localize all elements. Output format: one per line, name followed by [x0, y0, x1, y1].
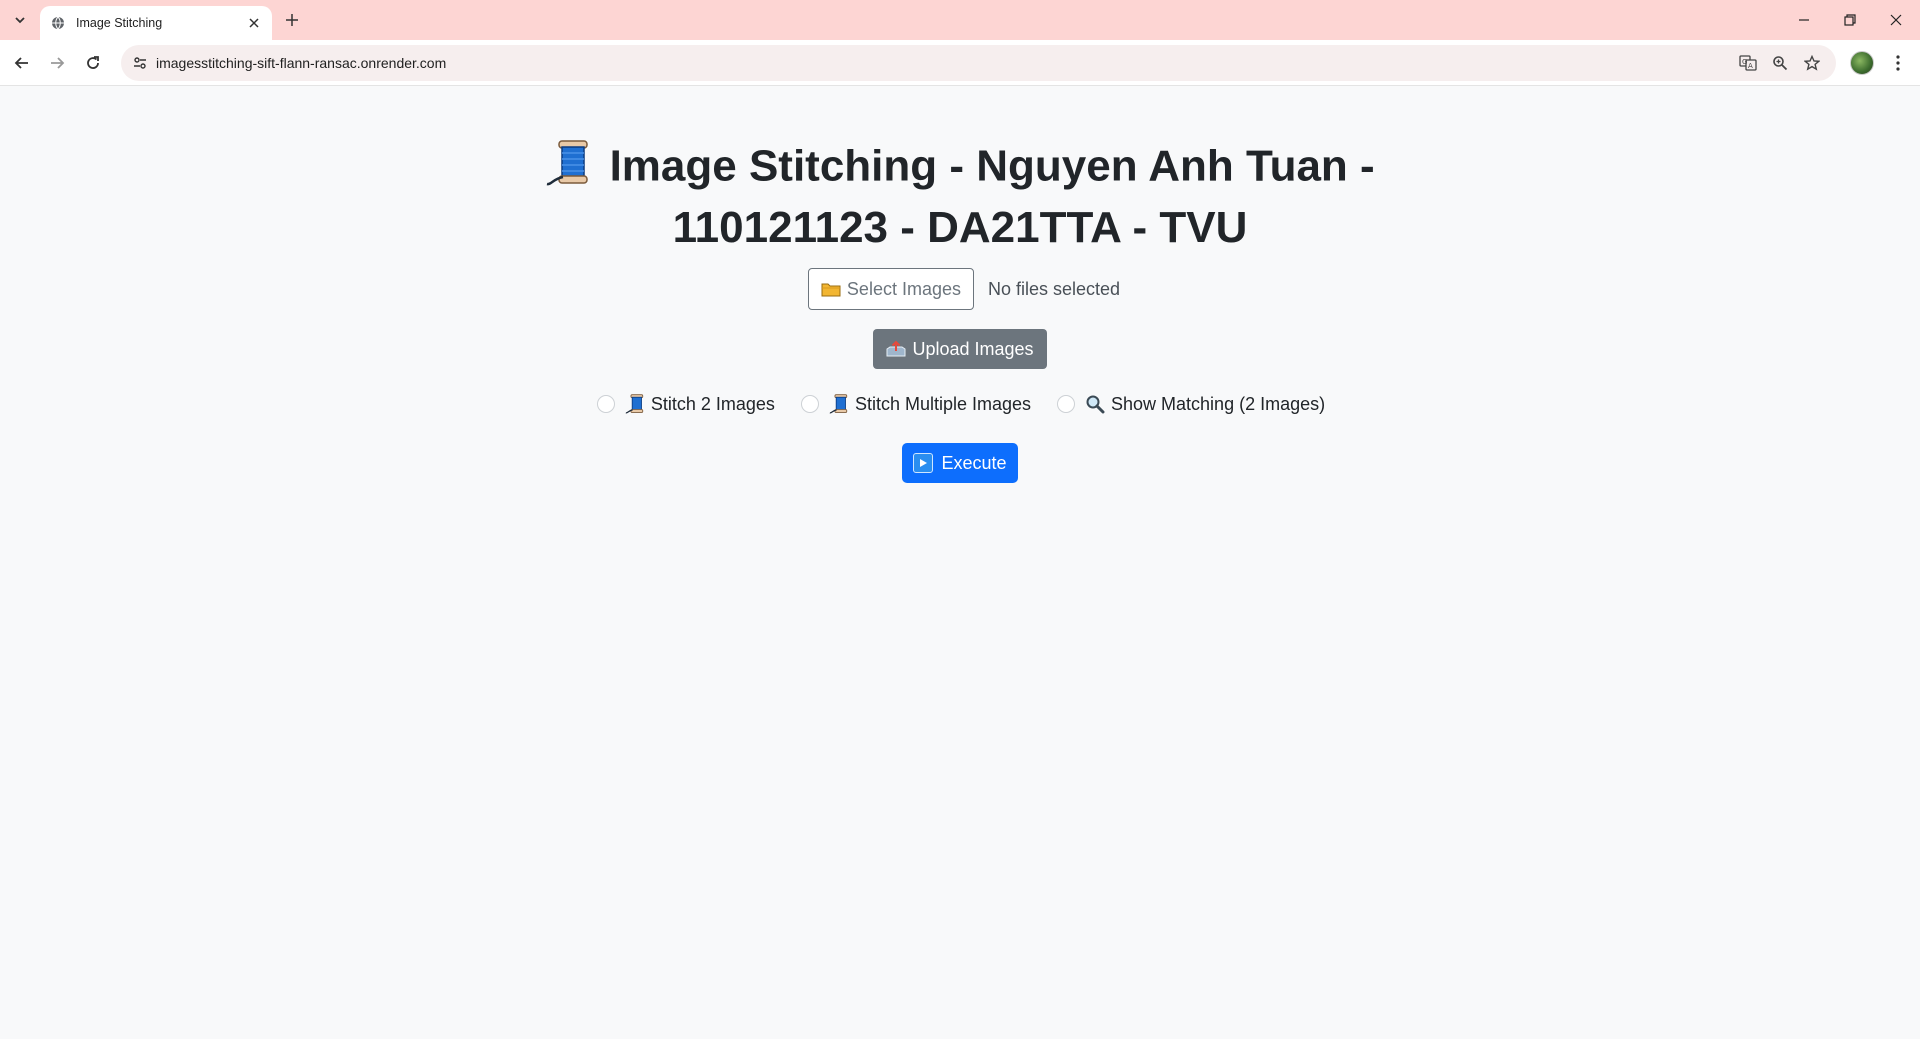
- play-icon: [913, 453, 934, 473]
- upload-images-label: Upload Images: [912, 338, 1034, 359]
- reload-icon: [87, 56, 99, 69]
- radio-show-matching[interactable]: [1057, 395, 1076, 413]
- zoom-icon[interactable]: [1764, 47, 1796, 79]
- magnifier-icon: [1085, 394, 1105, 414]
- arrow-right-icon: [51, 57, 65, 69]
- outbox-tray-icon: [886, 340, 906, 358]
- radio-stitch-multiple[interactable]: [800, 395, 819, 413]
- file-picker-row: Select Images No files selected: [0, 268, 1920, 310]
- translate-icon[interactable]: GA: [1732, 47, 1764, 79]
- page-title: Image Stitching - Nguyen Anh Tuan - 1101…: [500, 137, 1420, 254]
- tab-strip: Image Stitching: [0, 0, 1920, 40]
- back-button[interactable]: [8, 49, 36, 77]
- site-info-icon[interactable]: [130, 53, 150, 73]
- title-line-1: Image Stitching - Nguyen Anh Tuan -: [609, 141, 1375, 191]
- mode-options: Stitch 2 Images Stitch Multiple Images S…: [0, 393, 1920, 415]
- forward-button[interactable]: [43, 49, 71, 77]
- plus-icon: [286, 14, 298, 26]
- option-stitch-2-label: Stitch 2 Images: [650, 393, 775, 414]
- execute-button[interactable]: Execute: [902, 443, 1018, 483]
- option-stitch-multiple-label: Stitch Multiple Images: [854, 393, 1032, 414]
- svg-text:G: G: [1742, 58, 1747, 66]
- arrow-left-icon: [14, 57, 28, 69]
- chevron-down-icon: [15, 17, 25, 24]
- page-content: Image Stitching - Nguyen Anh Tuan - 1101…: [0, 87, 1920, 1039]
- browser-menu-button[interactable]: [1884, 49, 1912, 77]
- folder-icon: [821, 281, 841, 297]
- close-icon: [1890, 14, 1902, 26]
- spool-of-thread-icon: [625, 393, 647, 415]
- bookmark-star-icon[interactable]: [1796, 47, 1828, 79]
- select-images-label: Select Images: [846, 278, 961, 299]
- radio-stitch-2[interactable]: [596, 395, 615, 413]
- minimize-button[interactable]: [1787, 4, 1821, 36]
- option-show-matching[interactable]: Show Matching (2 Images): [1057, 394, 1325, 415]
- restore-button[interactable]: [1833, 4, 1867, 36]
- tab-search-button[interactable]: [6, 8, 34, 32]
- new-tab-button[interactable]: [280, 8, 304, 32]
- file-status-text: No files selected: [987, 278, 1121, 299]
- address-bar[interactable]: imagesstitching-sift-flann-ransac.onrend…: [121, 45, 1836, 81]
- browser-toolbar: imagesstitching-sift-flann-ransac.onrend…: [0, 40, 1920, 86]
- minimize-icon: [1799, 19, 1809, 21]
- execute-label: Execute: [941, 452, 1007, 473]
- title-line-2: 110121123 - DA21TTA - TVU: [672, 203, 1248, 252]
- reload-button[interactable]: [79, 49, 107, 77]
- restore-icon: [1844, 14, 1856, 26]
- upload-images-button[interactable]: Upload Images: [873, 329, 1047, 369]
- more-vert-icon: [1896, 55, 1900, 71]
- close-window-button[interactable]: [1879, 4, 1913, 36]
- close-tab-icon[interactable]: [244, 13, 264, 33]
- select-images-button[interactable]: Select Images: [807, 268, 974, 310]
- profile-avatar[interactable]: [1850, 51, 1874, 75]
- globe-icon: [50, 15, 66, 31]
- option-stitch-2[interactable]: Stitch 2 Images: [596, 393, 775, 415]
- url-text[interactable]: imagesstitching-sift-flann-ransac.onrend…: [156, 55, 446, 71]
- spool-of-thread-icon: [829, 393, 851, 415]
- tab-title: Image Stitching: [76, 16, 163, 30]
- option-show-matching-label: Show Matching (2 Images): [1111, 393, 1326, 414]
- active-tab[interactable]: Image Stitching: [40, 6, 272, 40]
- svg-text:A: A: [1748, 62, 1753, 70]
- option-stitch-multiple[interactable]: Stitch Multiple Images: [800, 393, 1032, 415]
- spool-of-thread-icon: [545, 137, 597, 201]
